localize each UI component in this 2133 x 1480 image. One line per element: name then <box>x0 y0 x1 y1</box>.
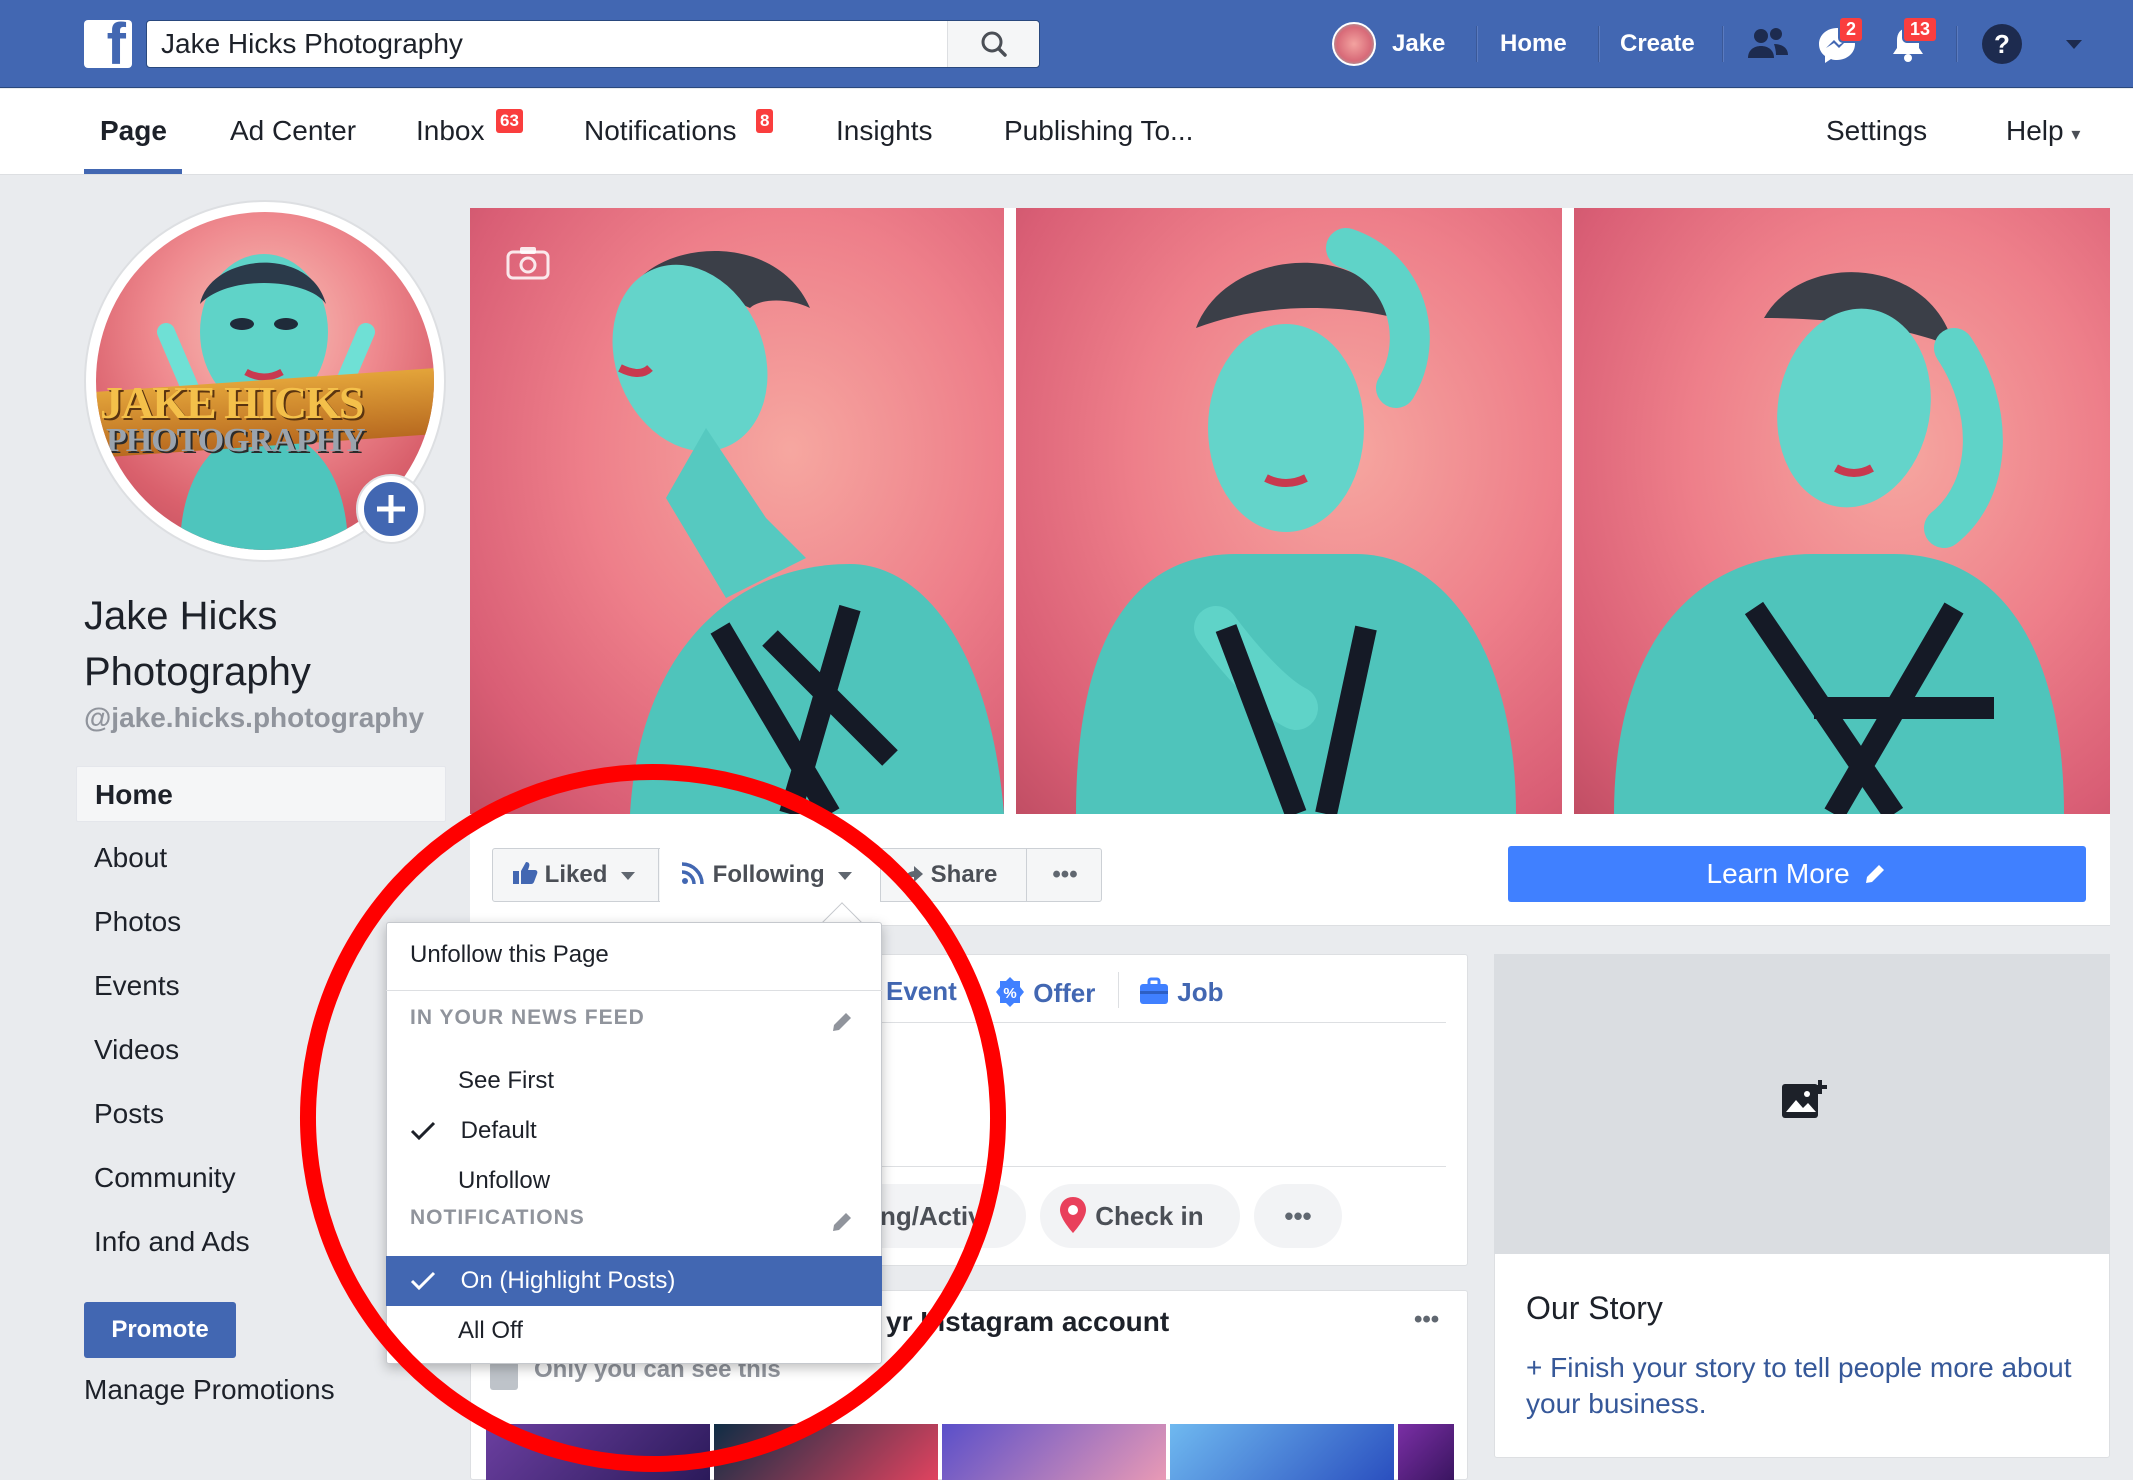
update-profile-picture-button[interactable] <box>356 474 426 544</box>
share-label: Share <box>930 861 998 888</box>
divider <box>1004 208 1016 814</box>
divider <box>1722 26 1723 62</box>
promote-button[interactable]: Promote <box>84 1302 236 1358</box>
pencil-icon <box>1866 865 1885 883</box>
help-label: Help <box>2006 115 2064 146</box>
check-in-label: Check in <box>1095 1201 1204 1231</box>
caret-down-icon: ▾ <box>2071 124 2081 144</box>
location-pin-icon <box>1060 1197 1086 1233</box>
messenger-button[interactable]: 2 <box>1816 16 1865 66</box>
plus-icon <box>364 482 418 536</box>
job-label: Job <box>1177 977 1224 1007</box>
camera-icon[interactable] <box>506 244 550 280</box>
search-box <box>146 20 1040 68</box>
svg-text:%: % <box>1003 985 1016 1002</box>
top-navigation-bar: f Jake Home Create 2 13 ? <box>0 0 2133 88</box>
sidebar-item-home[interactable]: Home <box>76 766 446 822</box>
tab-inbox[interactable]: Inbox <box>416 115 485 147</box>
cover-portrait-3 <box>1614 272 2064 814</box>
search-input[interactable] <box>161 21 941 67</box>
tab-publishing-tools[interactable]: Publishing To... <box>1004 115 1193 147</box>
instagram-card-options-button[interactable]: ••• <box>1414 1306 1439 1334</box>
page-username[interactable]: @jake.hicks.photography <box>84 702 424 734</box>
create-offer-link[interactable]: % Offer <box>994 976 1095 1009</box>
tab-settings[interactable]: Settings <box>1826 115 1927 147</box>
sidebar-item-about[interactable]: About <box>76 830 446 886</box>
create-job-link[interactable]: Job <box>1138 976 1223 1008</box>
finish-story-link[interactable]: + Finish your story to tell people more … <box>1526 1350 2086 1422</box>
home-link[interactable]: Home <box>1500 30 1567 58</box>
notifications-badge: 13 <box>1902 16 1939 43</box>
check-in-button[interactable]: Check in <box>1040 1184 1240 1248</box>
user-name-link[interactable]: Jake <box>1392 30 1445 58</box>
offer-label: Offer <box>1033 978 1096 1008</box>
messenger-badge: 2 <box>1838 16 1865 43</box>
divider <box>1598 26 1599 62</box>
divider <box>1026 848 1027 902</box>
offer-icon: % <box>996 977 1024 1007</box>
instagram-thumbnail[interactable] <box>942 1424 1166 1480</box>
briefcase-icon <box>1140 977 1168 1004</box>
tab-notifications[interactable]: Notifications <box>584 115 737 147</box>
search-icon <box>981 31 1007 57</box>
notifications-tab-badge: 8 <box>756 109 774 133</box>
divider <box>1118 972 1119 1008</box>
help-icon[interactable]: ? <box>1982 24 2022 64</box>
divider <box>1562 208 1574 814</box>
more-actions-button[interactable]: ••• <box>1028 848 1102 902</box>
manage-promotions-link[interactable]: Manage Promotions <box>84 1374 335 1406</box>
story-image-placeholder[interactable] <box>1494 954 2110 1254</box>
cover-photo-panel-3 <box>1574 208 2110 814</box>
add-photo-icon <box>1782 1080 1827 1118</box>
cover-portrait-2 <box>1076 228 1516 814</box>
page-title: Jake Hicks Photography <box>84 588 444 700</box>
instagram-thumbnail[interactable] <box>1398 1424 1454 1480</box>
tab-insights[interactable]: Insights <box>836 115 933 147</box>
cover-photo-panel-1 <box>470 208 1004 814</box>
page-management-nav: Page Ad Center Inbox 63 Notifications 8 … <box>0 89 2133 175</box>
learn-more-label: Learn More <box>1706 858 1850 889</box>
instagram-thumbnail[interactable] <box>1170 1424 1394 1480</box>
create-link[interactable]: Create <box>1620 30 1695 58</box>
logo-text-line2: PHOTOGRAPHY <box>106 422 366 459</box>
page-title-line1: Jake Hicks <box>84 594 278 638</box>
cover-portrait-1 <box>612 250 1004 814</box>
tab-page[interactable]: Page <box>100 115 167 147</box>
story-title: Our Story <box>1526 1290 1663 1326</box>
divider <box>1476 26 1477 62</box>
facebook-logo-icon[interactable]: f <box>84 16 132 74</box>
learn-more-button[interactable]: Learn More <box>1508 846 2086 902</box>
friends-icon <box>1748 28 1788 58</box>
divider <box>1956 26 1957 62</box>
search-button[interactable] <box>947 21 1039 67</box>
user-avatar[interactable] <box>1332 22 1376 66</box>
account-menu-button[interactable] <box>2064 34 2084 54</box>
active-tab-indicator <box>84 169 182 174</box>
cover-photo[interactable] <box>470 208 2110 814</box>
tab-ad-center[interactable]: Ad Center <box>230 115 356 147</box>
notifications-button[interactable]: 13 <box>1888 16 1939 66</box>
cover-photo-panel-2 <box>1016 208 1562 814</box>
caret-down-icon <box>2066 40 2082 49</box>
more-composer-options-button[interactable]: ••• <box>1254 1184 1342 1248</box>
page-title-line2: Photography <box>84 650 311 694</box>
inbox-badge: 63 <box>496 109 523 133</box>
tab-help[interactable]: Help ▾ <box>2006 115 2080 147</box>
friend-requests-button[interactable] <box>1746 24 1790 64</box>
